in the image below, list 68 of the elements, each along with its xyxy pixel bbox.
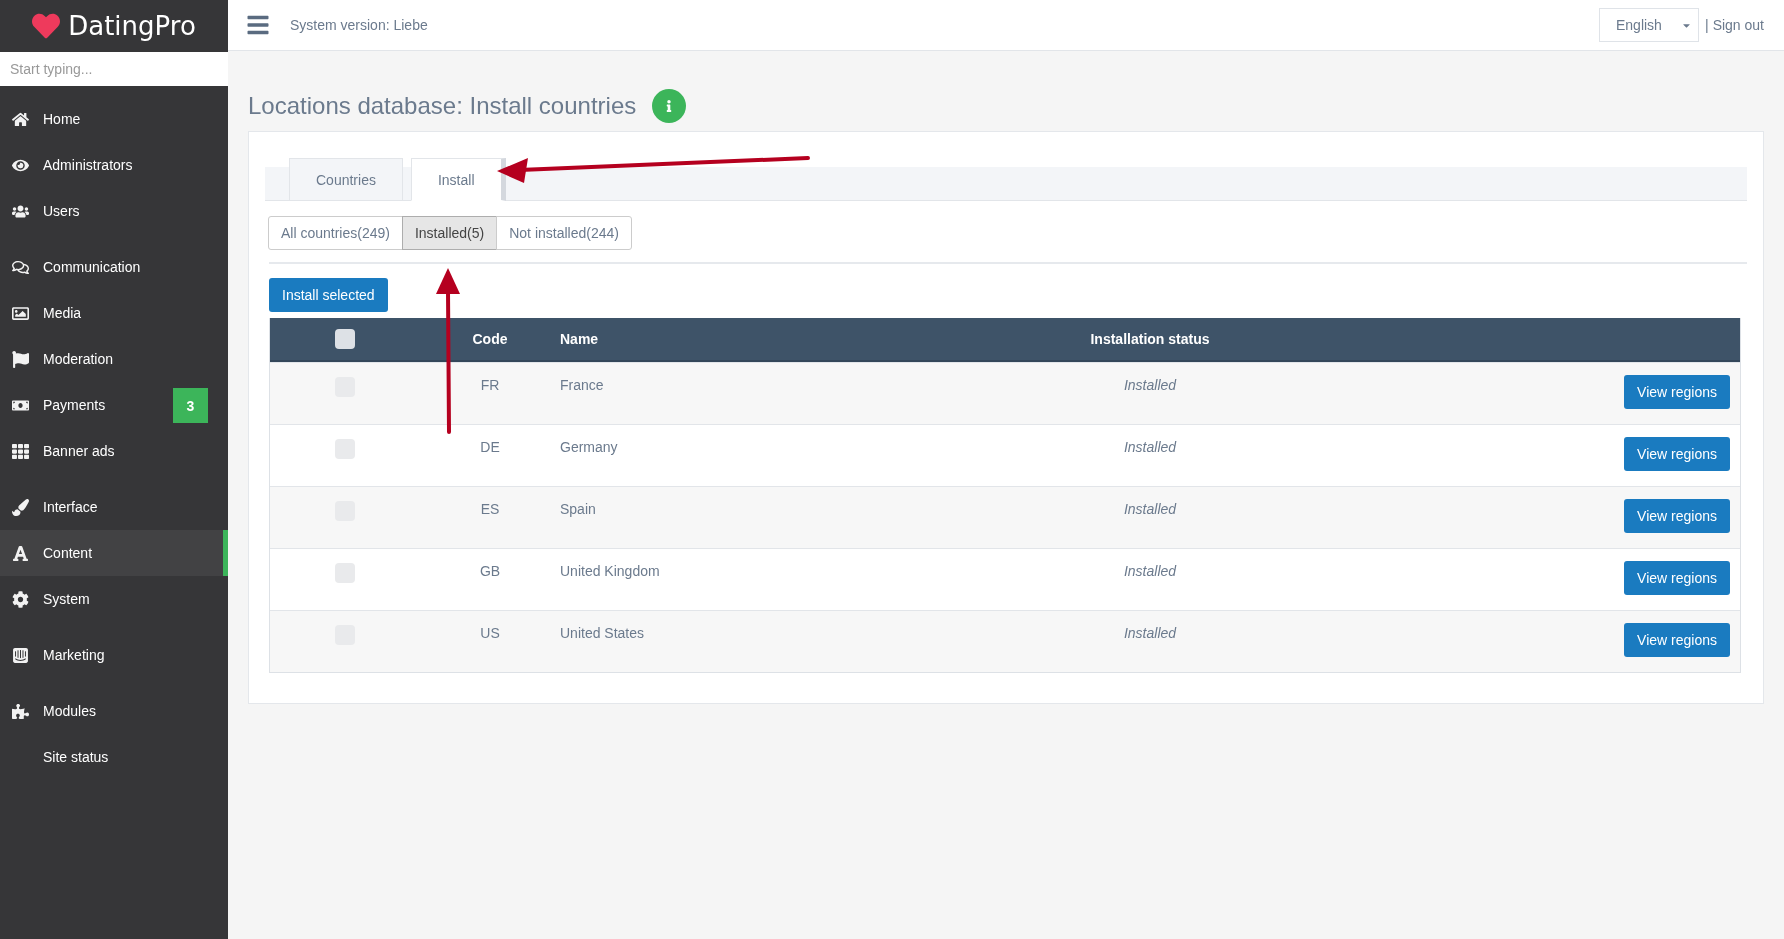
sidebar-item[interactable]: Communication bbox=[0, 244, 228, 290]
code-cell-text: FR bbox=[479, 377, 501, 393]
column-header: Name bbox=[560, 331, 600, 347]
status-cell-text: Installed bbox=[1122, 625, 1178, 641]
status-cell-text: Installed bbox=[1122, 501, 1178, 517]
sidebar-item-label: Payments bbox=[43, 397, 106, 413]
sidebar-item[interactable]: Payments 3 bbox=[0, 382, 228, 428]
sidebar-item-label: Administrators bbox=[43, 157, 133, 173]
name-cell-text: United States bbox=[560, 625, 646, 641]
count-badge: 3 bbox=[173, 388, 208, 423]
sidebar-item[interactable]: Content bbox=[0, 530, 228, 576]
sidebar-item-label: Content bbox=[43, 545, 93, 561]
column-header: Installation status bbox=[1089, 331, 1211, 347]
sidebar-item[interactable]: System bbox=[0, 576, 228, 622]
view-regions-button[interactable]: View regions bbox=[1624, 375, 1730, 409]
sign-out-link[interactable]: Sign out bbox=[1712, 17, 1764, 33]
sidebar-item-label: Moderation bbox=[43, 351, 114, 367]
sidebar-item-label: Media bbox=[43, 305, 82, 321]
language-select[interactable]: English bbox=[1599, 8, 1699, 42]
status-cell-text: Installed bbox=[1122, 439, 1178, 455]
sidebar-item[interactable]: Interface bbox=[0, 484, 228, 530]
column-header: Code bbox=[471, 331, 509, 347]
filter-button[interactable]: Installed(5) bbox=[401, 216, 498, 250]
sidebar-item-label: System bbox=[43, 591, 90, 607]
sidebar-item[interactable]: Marketing bbox=[0, 632, 228, 678]
sidebar-item-label: Marketing bbox=[43, 647, 105, 663]
install-selected-button[interactable]: Install selected bbox=[269, 278, 388, 312]
sidebar-item[interactable]: Site status bbox=[0, 734, 228, 780]
status-cell-text: Installed bbox=[1122, 563, 1178, 579]
tab[interactable]: Install bbox=[410, 158, 506, 201]
heart-logo-icon bbox=[32, 12, 61, 40]
tab[interactable]: Countries bbox=[289, 158, 403, 201]
sidebar-item[interactable]: Users bbox=[0, 188, 228, 234]
system-version: System version: Liebe bbox=[290, 17, 429, 33]
page-title: Locations database: Install countries bbox=[248, 92, 637, 120]
select-all-checkbox[interactable] bbox=[335, 329, 355, 349]
code-cell-text: DE bbox=[479, 439, 501, 455]
search-field[interactable]: Start typing... bbox=[0, 52, 228, 86]
sidebar-item[interactable]: Moderation bbox=[0, 336, 228, 382]
view-regions-button[interactable]: View regions bbox=[1624, 499, 1730, 533]
code-cell-text: US bbox=[479, 625, 501, 641]
name-cell-text: Spain bbox=[560, 501, 597, 517]
view-regions-button[interactable]: View regions bbox=[1624, 437, 1730, 471]
view-regions-button[interactable]: View regions bbox=[1624, 623, 1730, 657]
sidebar-item-label: Banner ads bbox=[43, 443, 115, 459]
sidebar-item-label: Communication bbox=[43, 259, 141, 275]
sidebar-item[interactable]: Media bbox=[0, 290, 228, 336]
sidebar-item[interactable]: Home bbox=[0, 96, 228, 142]
info-icon[interactable] bbox=[652, 89, 687, 123]
filter-button[interactable]: All countries(249) bbox=[268, 216, 403, 250]
name-cell-text: Germany bbox=[560, 439, 619, 455]
sidebar-item-label: Users bbox=[43, 203, 80, 219]
separator: | bbox=[1705, 17, 1709, 33]
sidebar-item-label: Interface bbox=[43, 499, 98, 515]
name-cell-text: United Kingdom bbox=[560, 563, 661, 579]
sidebar-item-label: Site status bbox=[43, 749, 109, 765]
sidebar-item[interactable]: Modules bbox=[0, 688, 228, 734]
code-cell-text: ES bbox=[479, 501, 501, 517]
code-cell-text: GB bbox=[478, 563, 502, 579]
name-cell-text: France bbox=[560, 377, 605, 393]
logo-text: DatingPro bbox=[68, 11, 196, 41]
view-regions-button[interactable]: View regions bbox=[1624, 561, 1730, 595]
filter-button[interactable]: Not installed(244) bbox=[496, 216, 632, 250]
status-cell-text: Installed bbox=[1122, 377, 1178, 393]
sidebar-item-label: Home bbox=[43, 111, 81, 127]
sidebar-item-label: Modules bbox=[43, 703, 96, 719]
sidebar-item[interactable]: Banner ads bbox=[0, 428, 228, 474]
sidebar-item[interactable]: Administrators bbox=[0, 142, 228, 188]
